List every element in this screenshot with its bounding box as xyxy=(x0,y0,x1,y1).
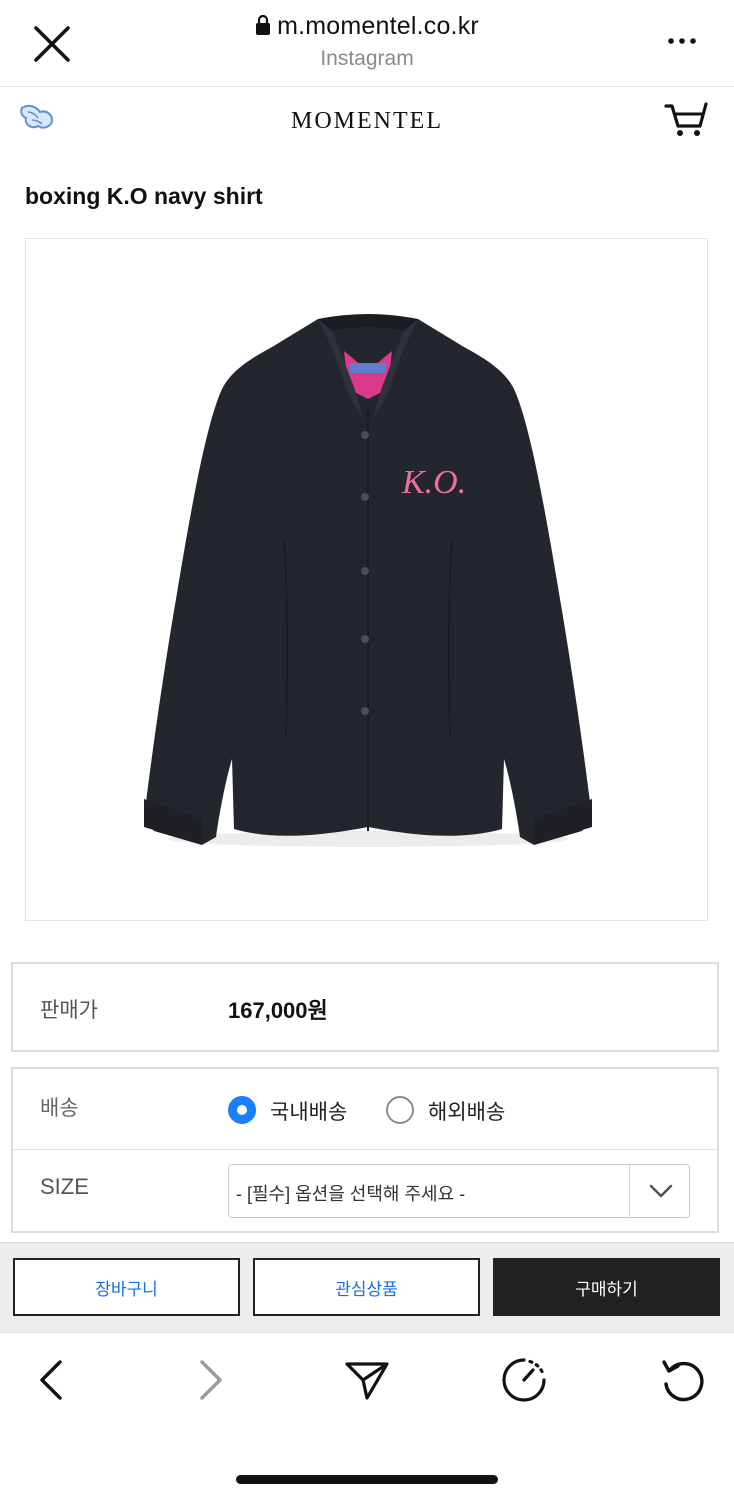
shirt-illustration: K.O. xyxy=(144,314,592,847)
select-divider xyxy=(629,1165,630,1217)
url-text: m.momentel.co.kr xyxy=(277,12,479,40)
buy-now-button[interactable]: 구매하기 xyxy=(493,1258,720,1316)
wishlist-button[interactable]: 관심상품 xyxy=(253,1258,480,1316)
chevron-down-icon[interactable] xyxy=(648,1180,674,1202)
cart-icon[interactable] xyxy=(664,98,710,138)
domestic-shipping-label[interactable]: 국내배송 xyxy=(270,1096,347,1126)
add-to-cart-button[interactable]: 장바구니 xyxy=(13,1258,240,1316)
more-options-icon[interactable] xyxy=(662,26,702,56)
home-indicator xyxy=(236,1475,498,1484)
reload-icon[interactable] xyxy=(658,1356,706,1404)
shipping-label: 배송 xyxy=(40,1097,79,1120)
price-value: 167,000원 xyxy=(228,998,328,1023)
product-image[interactable]: K.O. xyxy=(25,238,708,921)
browser-subtitle: Instagram xyxy=(320,47,414,70)
share-icon[interactable] xyxy=(343,1356,391,1404)
overseas-shipping-radio[interactable] xyxy=(386,1096,414,1124)
price-box xyxy=(11,962,719,1052)
lock-icon xyxy=(256,14,271,35)
speed-gauge-icon[interactable] xyxy=(500,1356,548,1404)
price-label: 판매가 xyxy=(40,999,98,1022)
back-icon[interactable] xyxy=(28,1356,76,1404)
ko-print-text: K.O. xyxy=(401,464,466,501)
domestic-shipping-radio[interactable] xyxy=(228,1096,256,1124)
options-divider xyxy=(13,1149,717,1150)
product-title: boxing K.O navy shirt xyxy=(25,183,263,209)
site-logo[interactable]: MOMENTEL xyxy=(0,108,734,135)
forward-icon[interactable] xyxy=(186,1356,234,1404)
address-bar[interactable]: m.momentel.co.kr Instagram xyxy=(0,12,734,71)
overseas-shipping-label[interactable]: 해외배송 xyxy=(428,1096,505,1126)
size-select-value: - [필수] 옵션을 선택해 주세요 - xyxy=(236,1184,466,1204)
size-label: SIZE xyxy=(40,1174,89,1199)
